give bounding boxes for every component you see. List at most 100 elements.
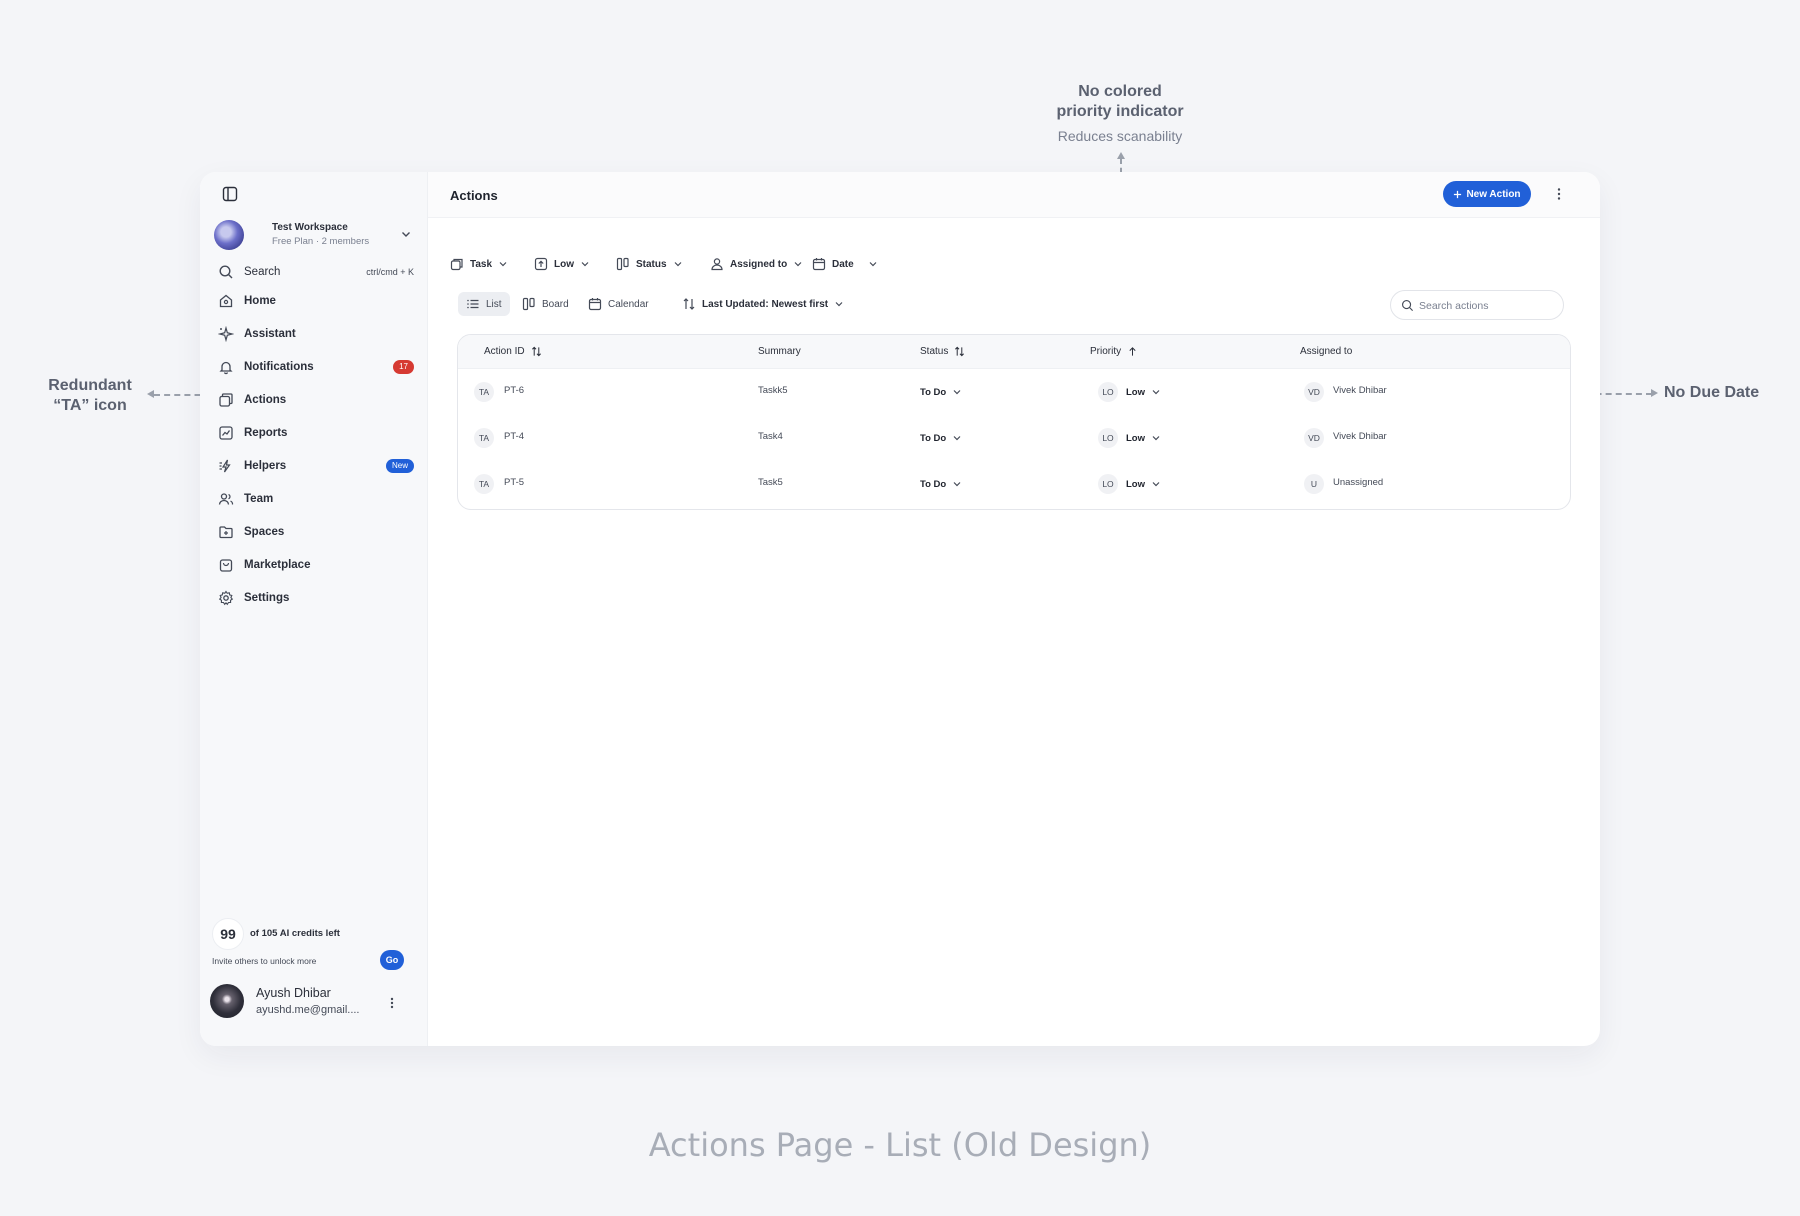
sidebar-item-reports[interactable]: Reports — [218, 421, 414, 445]
sidebar-item-team[interactable]: Team — [218, 487, 414, 511]
chevron-down-icon — [581, 262, 589, 267]
column-header-action-id[interactable]: Action ID — [484, 346, 542, 357]
credits-text: of 105 AI credits left — [250, 928, 340, 939]
search-box — [1390, 290, 1564, 320]
main-content: Actions New Action Task Low Status Assig… — [428, 172, 1600, 1046]
page-title: Actions — [450, 188, 498, 203]
column-header-label: Priority — [1090, 346, 1122, 357]
new-badge: New — [385, 459, 414, 473]
chevron-down-icon — [499, 262, 507, 267]
home-icon — [219, 294, 233, 308]
sidebar-item-label: Actions — [244, 394, 287, 406]
assignee-avatar: U — [1304, 474, 1324, 494]
tab-list[interactable]: List — [458, 292, 510, 316]
sidebar-item-settings[interactable]: Settings — [218, 586, 414, 610]
sidebar-item-label: Reports — [244, 427, 288, 439]
sidebar-item-label: Assistant — [244, 328, 296, 340]
priority-chip: LO — [1098, 382, 1118, 402]
sidebar-item-label: Notifications — [244, 361, 314, 373]
user-email: ayushd.me@gmail.... — [256, 1004, 360, 1016]
sort-icon — [955, 346, 965, 357]
tab-board[interactable]: Board — [514, 292, 577, 316]
more-vertical-icon[interactable] — [386, 996, 398, 1010]
sparkle-icon — [218, 326, 234, 342]
table-row[interactable]: TA PT-6 Taskk5 To Do LO Low VD Vivek Dhi… — [458, 369, 1570, 415]
filter-assigned-label: Assigned to — [730, 258, 788, 270]
sidebar-item-label: Settings — [244, 592, 290, 604]
sidebar-item-helpers[interactable]: Helpers New — [218, 454, 414, 478]
filter-task[interactable]: Task — [450, 252, 508, 276]
priority-dropdown[interactable]: Low — [1126, 429, 1161, 447]
chevron-down-icon — [674, 262, 681, 267]
new-action-button[interactable]: New Action — [1443, 181, 1531, 207]
column-header-summary[interactable]: Summary — [758, 346, 801, 357]
sort-icon — [531, 346, 541, 357]
filter-priority[interactable]: Low — [534, 252, 590, 276]
annotation-arrow-left — [147, 390, 154, 398]
sidebar-item-actions[interactable]: Actions — [218, 388, 414, 412]
sidebar-search-label: Search — [244, 266, 281, 278]
new-action-label: New Action — [1466, 188, 1521, 200]
go-button[interactable]: Go — [380, 950, 404, 970]
sidebar-item-notifications[interactable]: Notifications 17 — [218, 355, 414, 379]
assignee-name: Vivek Dhibar — [1333, 431, 1387, 442]
filter-date[interactable]: Date — [812, 252, 878, 276]
bag-icon — [219, 559, 233, 572]
sort-icon — [683, 298, 695, 310]
filter-task-label: Task — [470, 258, 493, 270]
chevron-down-icon — [835, 302, 843, 307]
team-icon — [218, 493, 234, 505]
top-bar: Actions New Action — [428, 172, 1600, 218]
annotation-due: No Due Date — [1664, 383, 1784, 403]
status-value: To Do — [920, 432, 947, 444]
status-dropdown[interactable]: To Do — [920, 429, 962, 447]
sidebar-item-marketplace[interactable]: Marketplace — [218, 553, 414, 577]
sort-dropdown[interactable]: Last Updated: Newest first — [682, 292, 844, 316]
sidebar-item-home[interactable]: Home — [218, 289, 414, 313]
bell-icon — [219, 361, 233, 375]
annotation-arrow-right — [1651, 389, 1658, 397]
table-row[interactable]: TA PT-4 Task4 To Do LO Low VD Vivek Dhib… — [458, 415, 1570, 461]
table-row[interactable]: TA PT-5 Task5 To Do LO Low U Unassigned — [458, 461, 1570, 507]
sidebar-search[interactable]: Search ctrl/cmd + K — [218, 260, 414, 284]
sidebar-item-spaces[interactable]: Spaces — [218, 520, 414, 544]
filter-status[interactable]: Status — [616, 252, 683, 276]
task-type-chip: TA — [474, 428, 494, 448]
priority-dropdown[interactable]: Low — [1126, 475, 1161, 493]
more-vertical-icon[interactable] — [1554, 186, 1564, 202]
column-header-assigned[interactable]: Assigned to — [1300, 346, 1352, 357]
page-caption: Actions Page - List (Old Design) — [648, 1126, 1152, 1164]
filter-assigned[interactable]: Assigned to — [710, 252, 803, 276]
tab-list-label: List — [486, 298, 502, 310]
status-dropdown[interactable]: To Do — [920, 475, 962, 493]
table-header: Action ID Summary Status Priority Assign… — [458, 335, 1570, 369]
priority-value: Low — [1126, 386, 1145, 398]
annotation-due-text: No Due Date — [1664, 384, 1760, 401]
column-header-status[interactable]: Status — [920, 346, 965, 357]
column-header-priority[interactable]: Priority — [1090, 346, 1138, 357]
search-input[interactable] — [1419, 297, 1555, 315]
workspace-switcher[interactable]: Test Workspace Free Plan · 2 members — [214, 220, 414, 252]
sidebar-item-assistant[interactable]: Assistant — [218, 322, 414, 346]
gear-icon — [218, 590, 234, 606]
summary: Taskk5 — [758, 385, 788, 396]
chevron-down-icon — [953, 482, 961, 487]
priority-dropdown[interactable]: Low — [1126, 383, 1161, 401]
user-icon — [711, 258, 723, 271]
sidebar-toggle-icon[interactable] — [222, 186, 238, 202]
user-profile[interactable]: Ayush Dhibar ayushd.me@gmail.... — [210, 982, 418, 1026]
action-id: PT-5 — [504, 477, 525, 488]
action-id: PT-4 — [504, 431, 525, 442]
chevron-down-icon — [794, 262, 802, 267]
status-dropdown[interactable]: To Do — [920, 383, 962, 401]
annotation-redundant-line2: “TA” icon — [53, 397, 127, 414]
actions-icon — [219, 393, 233, 407]
sidebar: Test Workspace Free Plan · 2 members Sea… — [200, 172, 428, 1046]
calendar-icon — [588, 298, 602, 311]
tab-calendar[interactable]: Calendar — [580, 292, 657, 316]
annotation-redundant: Redundant “TA” icon — [30, 376, 150, 416]
sidebar-item-label: Spaces — [244, 526, 285, 538]
assignee-name: Vivek Dhibar — [1333, 385, 1387, 396]
filter-priority-label: Low — [554, 258, 574, 270]
column-header-label: Assigned to — [1300, 346, 1353, 357]
